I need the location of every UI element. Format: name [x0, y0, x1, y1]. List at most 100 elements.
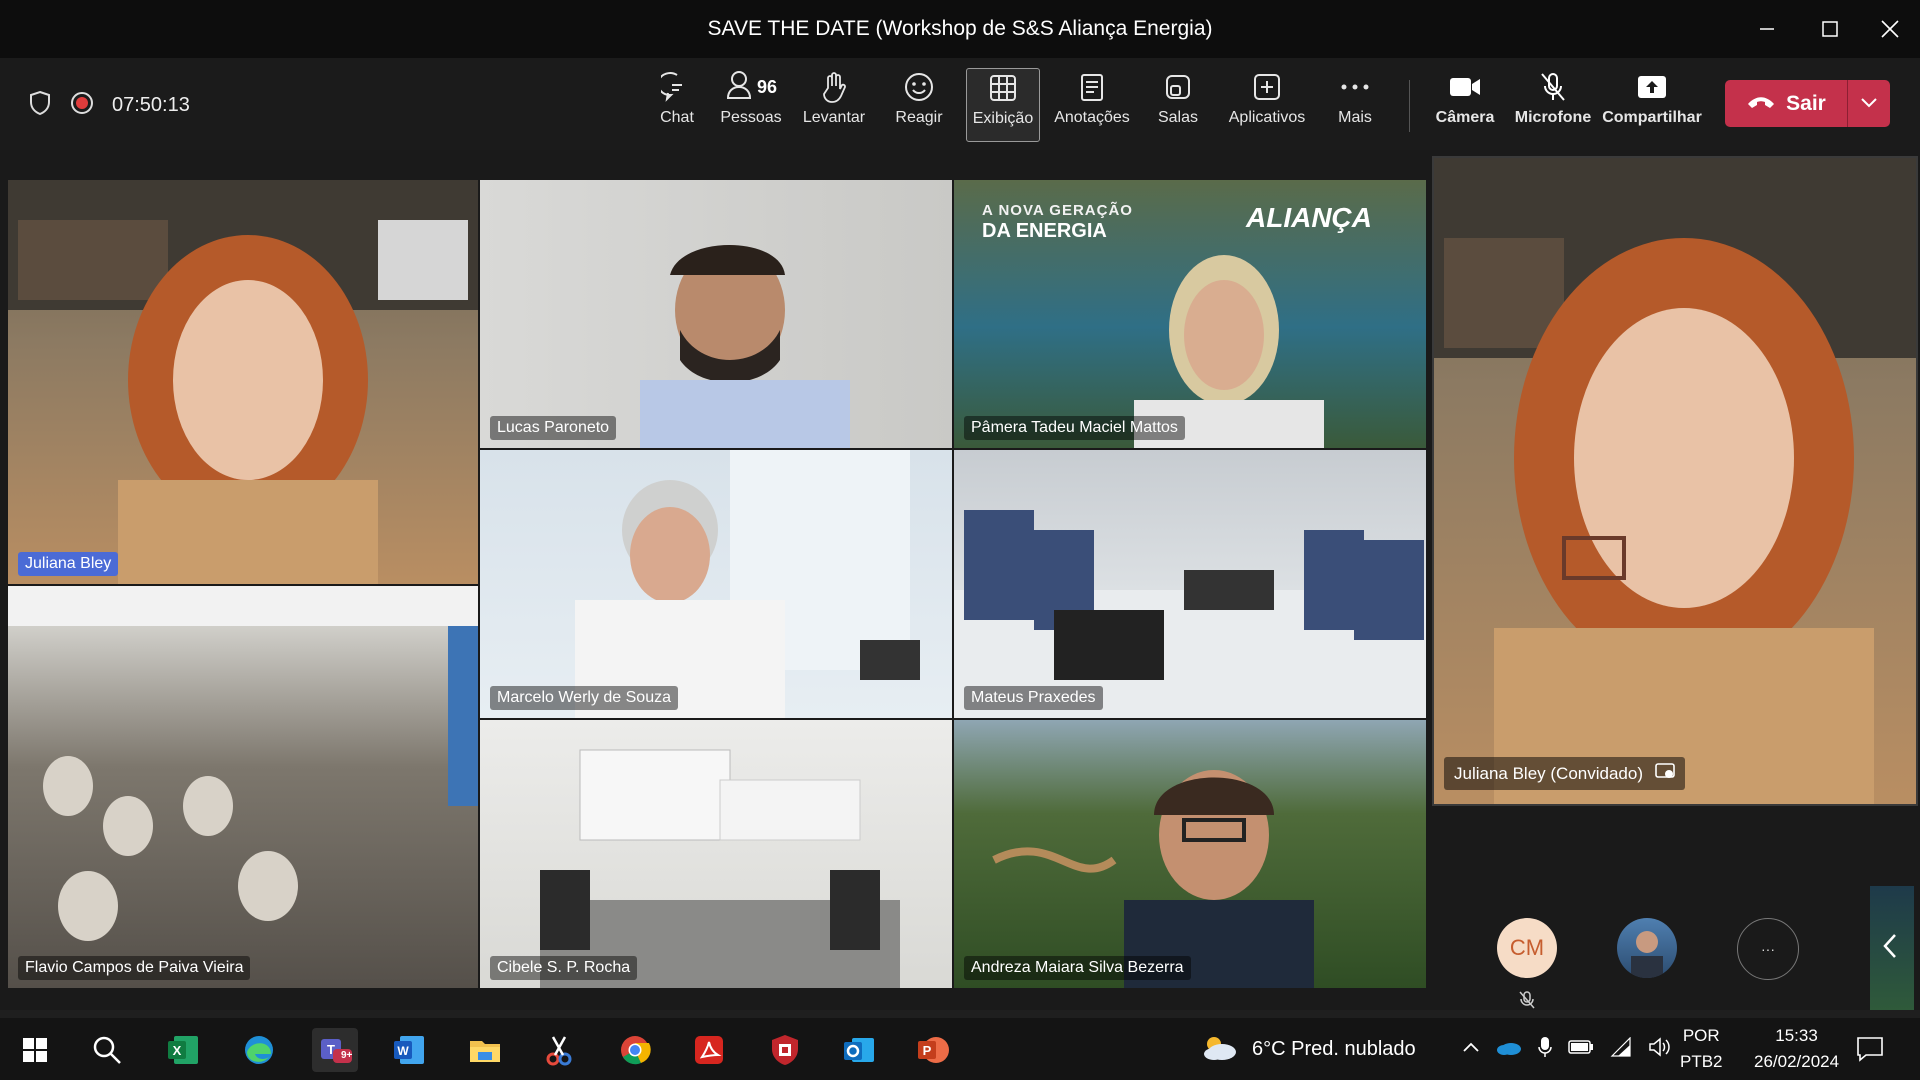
- video-frame: [8, 586, 478, 941]
- notes-icon: [1078, 68, 1106, 106]
- video-tile[interactable]: Marcelo Werly de Souza: [480, 450, 952, 718]
- camera-icon: [1448, 68, 1482, 106]
- language-indicator[interactable]: POR PTB2: [1680, 1018, 1723, 1080]
- cloud-icon: [1200, 1032, 1240, 1067]
- share-button[interactable]: Compartilhar: [1602, 68, 1702, 140]
- windows-taskbar: X T 9+ W P 6°C Pred. nublado POR PTB2 15…: [0, 1018, 1920, 1080]
- chrome-icon[interactable]: [612, 1028, 658, 1072]
- video-tile[interactable]: Cibele S. P. Rocha: [480, 720, 952, 988]
- svg-text:P: P: [923, 1043, 932, 1058]
- video-tile[interactable]: Juliana Bley: [8, 180, 478, 584]
- raise-hand-button[interactable]: Levantar: [798, 68, 870, 140]
- video-frame: [1434, 158, 1916, 804]
- add-app-icon: [1252, 68, 1282, 106]
- video-frame: [954, 510, 1426, 718]
- leave-options-dropdown[interactable]: [1848, 95, 1890, 113]
- react-button[interactable]: Reagir: [886, 68, 952, 140]
- notes-button[interactable]: Anotações: [1052, 68, 1132, 140]
- title-bar: SAVE THE DATE (Workshop de S&S Aliança E…: [0, 0, 1920, 58]
- screen-share-icon: [1655, 762, 1675, 785]
- video-frame: [540, 749, 900, 988]
- microphone-icon[interactable]: [1538, 1036, 1552, 1063]
- edge-icon[interactable]: [236, 1028, 282, 1072]
- start-icon[interactable]: [12, 1028, 58, 1072]
- more-button[interactable]: Mais: [1326, 68, 1384, 140]
- svg-text:W: W: [397, 1044, 409, 1058]
- clock[interactable]: 15:33 26/02/2024: [1754, 1018, 1839, 1080]
- avatar[interactable]: CM: [1497, 918, 1557, 978]
- hand-icon: [819, 68, 849, 106]
- file-explorer-icon[interactable]: [462, 1028, 508, 1072]
- spotlight-name: Juliana Bley (Convidado): [1454, 763, 1643, 783]
- volume-icon[interactable]: [1648, 1036, 1670, 1062]
- video-tile[interactable]: Mateus Praxedes: [954, 450, 1426, 718]
- video-frame: [575, 450, 920, 718]
- minimize-button[interactable]: [1737, 0, 1797, 58]
- maximize-button[interactable]: [1800, 0, 1860, 58]
- teams-icon[interactable]: T 9+: [312, 1028, 358, 1072]
- phone-hangup-icon: [1746, 92, 1776, 116]
- recording-icon: [70, 91, 94, 120]
- grid-view-icon: [988, 69, 1018, 107]
- chevron-left-icon[interactable]: [1882, 932, 1898, 965]
- word-icon[interactable]: W: [386, 1028, 432, 1072]
- shield-icon[interactable]: [28, 90, 52, 121]
- mic-off-icon: [1538, 68, 1568, 106]
- snipping-tool-icon[interactable]: [536, 1028, 582, 1072]
- video-frame: [992, 770, 1314, 988]
- participant-name: Flavio Campos de Paiva Vieira: [18, 956, 251, 980]
- participant-name: Cibele S. P. Rocha: [490, 956, 638, 980]
- avatar[interactable]: [1617, 918, 1677, 978]
- more-participants-button[interactable]: ···: [1737, 918, 1799, 980]
- acrobat-icon[interactable]: [686, 1028, 732, 1072]
- battery-icon[interactable]: [1568, 1039, 1594, 1059]
- microphone-button[interactable]: Microfone: [1512, 68, 1594, 140]
- video-tile[interactable]: Flavio Campos de Paiva Vieira: [8, 586, 478, 988]
- people-button[interactable]: 96 Pessoas: [716, 68, 786, 140]
- video-tile[interactable]: Lucas Paroneto: [480, 180, 952, 448]
- toolbar-divider: [1409, 80, 1410, 132]
- view-button[interactable]: Exibição: [966, 68, 1040, 142]
- video-frame: [640, 245, 850, 448]
- participant-name: Marcelo Werly de Souza: [490, 686, 678, 710]
- people-count: 96: [756, 76, 778, 97]
- chat-button[interactable]: Chat: [646, 68, 708, 140]
- video-frame: [8, 180, 478, 584]
- apps-button[interactable]: Aplicativos: [1224, 68, 1310, 140]
- rooms-button[interactable]: Salas: [1148, 68, 1208, 140]
- notification-badge: 9+: [341, 1050, 353, 1061]
- chevron-up-icon[interactable]: [1462, 1040, 1480, 1058]
- carousel-preview: [1870, 886, 1914, 1010]
- meeting-toolbar: 07:50:13 Chat 96 Pessoas Levantar Reagir: [0, 58, 1920, 150]
- more-icon: [1340, 68, 1370, 106]
- wifi-icon[interactable]: [1610, 1036, 1632, 1062]
- participant-name: Mateus Praxedes: [964, 686, 1103, 710]
- search-icon[interactable]: [84, 1028, 130, 1072]
- weather-text: 6°C Pred. nublado: [1252, 1037, 1416, 1060]
- chat-icon: [661, 68, 693, 106]
- profile-photo: [1631, 931, 1663, 978]
- security-icon[interactable]: [762, 1028, 808, 1072]
- share-icon: [1636, 68, 1668, 106]
- spotlight-video[interactable]: Juliana Bley (Convidado): [1432, 156, 1918, 806]
- mic-off-icon: [1518, 990, 1536, 1015]
- weather-widget[interactable]: 6°C Pred. nublado: [1200, 1018, 1416, 1080]
- video-tile[interactable]: A NOVA GERAÇÃO DA ENERGIA ALIANÇA Pâmera…: [954, 180, 1426, 448]
- window-title: SAVE THE DATE (Workshop de S&S Aliança E…: [707, 17, 1213, 40]
- close-button[interactable]: [1860, 0, 1920, 58]
- leave-main[interactable]: Sair: [1725, 80, 1847, 127]
- participant-name: Juliana Bley: [18, 552, 119, 576]
- excel-icon[interactable]: X: [160, 1028, 206, 1072]
- rooms-icon: [1163, 68, 1193, 106]
- outlook-icon[interactable]: [836, 1028, 882, 1072]
- people-icon: [725, 70, 753, 105]
- notifications-icon[interactable]: [1856, 1018, 1884, 1080]
- video-tile[interactable]: Andreza Maiara Silva Bezerra: [954, 720, 1426, 988]
- chevron-down-icon: [1860, 95, 1878, 113]
- camera-button[interactable]: Câmera: [1430, 68, 1500, 140]
- participant-name: Pâmera Tadeu Maciel Mattos: [964, 416, 1185, 440]
- participant-name: Lucas Paroneto: [490, 416, 617, 440]
- onedrive-icon[interactable]: [1496, 1038, 1522, 1061]
- powerpoint-icon[interactable]: P: [910, 1028, 956, 1072]
- leave-button[interactable]: Sair: [1725, 80, 1890, 127]
